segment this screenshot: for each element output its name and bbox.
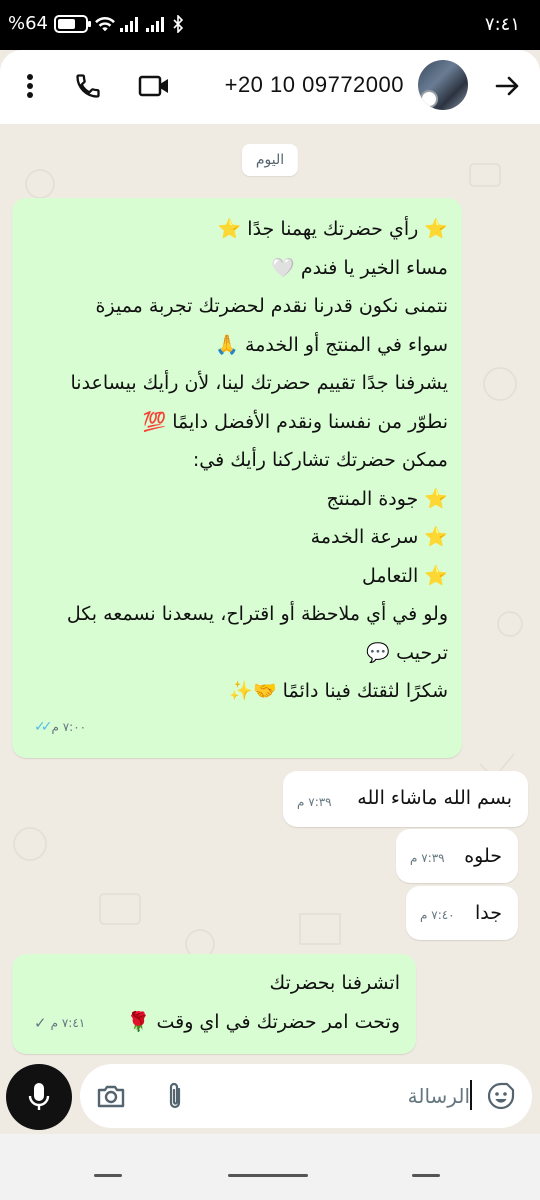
message-line: ⭐ سرعة الخدمة (310, 526, 448, 548)
microphone-icon (28, 1083, 50, 1110)
message-bubble-outgoing[interactable]: اتشرفنا بحضرتك وتحت امر حضرتك في اي وقت … (12, 954, 416, 1054)
contact-name[interactable]: +20 10 09772000 (225, 72, 404, 98)
status-time: ٧:٤١ (484, 14, 520, 35)
home-button[interactable] (228, 1174, 308, 1177)
microphone-button[interactable] (6, 1064, 72, 1130)
battery-icon (54, 14, 92, 33)
message-bubble-incoming[interactable]: حلوه ٧:٣٩ م (396, 829, 518, 883)
message-line: ممكن حضرتك تشاركنا رأيك في: (192, 449, 448, 471)
chat-area[interactable]: اليوم ⭐ رأي حضرتك يهمنا جدًا ⭐ مساء الخي… (0, 124, 540, 1064)
text-caret (470, 1080, 472, 1110)
message-line: ⭐ التعامل (361, 564, 448, 587)
date-chip: اليوم (241, 144, 299, 176)
cell-signal-icon (120, 16, 139, 32)
message-line: مساء الخير يا فندم 🤍 (271, 256, 448, 279)
status-left: %64 (8, 13, 184, 34)
battery-percentage: %64 (8, 13, 49, 34)
message-meta: ٧:٣٩ م (410, 839, 445, 878)
message-time: ٧:٣٩ م (297, 794, 332, 809)
signal-icons (94, 14, 184, 33)
message-meta: ٧:٤٠ م (420, 896, 455, 935)
chat-header: +20 10 09772000 (0, 50, 540, 124)
message-line: نتمنى نكون قدرنا نقدم لحضرتك تجربة مميزة (95, 295, 448, 317)
message-meta: ٧:٣٩ م (297, 783, 332, 822)
message-input[interactable] (270, 1080, 470, 1112)
emoji-icon[interactable] (482, 1077, 520, 1115)
message-meta: ✓ ٧:٤١ م (34, 1004, 85, 1043)
avatar[interactable] (418, 60, 468, 110)
video-call-icon[interactable] (130, 62, 178, 110)
status-bar: %64 ٧:٤١ (0, 0, 540, 50)
message-line: سواء في المنتج أو الخدمة 🙏 (215, 333, 448, 356)
message-line: ترحيب 💬 (366, 641, 448, 664)
message-line: ولو في أي ملاحظة أو اقتراح، يسعدنا نسمعه… (66, 603, 448, 625)
message-line: اتشرفنا بحضرتك (269, 972, 400, 994)
back-button[interactable] (412, 1174, 440, 1177)
phone-icon[interactable] (64, 62, 112, 110)
cell-signal-2-icon (146, 16, 165, 32)
message-line: ⭐ جودة المنتج (326, 487, 449, 510)
system-nav-bar (0, 1134, 540, 1200)
message-time: ٧:٤٠ م (420, 907, 455, 922)
message-input-pill (80, 1064, 532, 1128)
message-line: يشرفنا جدًا تقييم حضرتك لينا، لأن رأيك ب… (70, 372, 449, 394)
message-bubble-outgoing[interactable]: ⭐ رأي حضرتك يهمنا جدًا ⭐ مساء الخير يا ف… (12, 198, 462, 758)
message-meta: ✓✓ ٧:٠٠ م (34, 708, 86, 747)
read-ticks-icon: ✓✓ (34, 718, 53, 735)
message-line: نطوّر من نفسنا ونقدم الأفضل دايمًا 💯 (142, 410, 448, 433)
camera-icon[interactable] (92, 1077, 130, 1115)
composer-bar (0, 1064, 540, 1134)
bluetooth-icon (173, 14, 184, 33)
message-line: شكرًا لثقتك فينا دائمًا 🤝✨ (229, 680, 448, 702)
recents-button[interactable] (94, 1174, 122, 1177)
message-bubble-incoming[interactable]: جدا ٧:٤٠ م (406, 886, 518, 940)
message-time: ٧:٠٠ م (51, 719, 87, 734)
status-badge (420, 90, 438, 108)
message-line: ⭐ رأي حضرتك يهمنا جدًا ⭐ (217, 218, 448, 240)
more-vert-icon[interactable] (6, 62, 54, 110)
sent-tick-icon: ✓ (34, 1013, 47, 1032)
message-bubble-incoming[interactable]: بسم الله ماشاء الله ٧:٣٩ م (283, 771, 528, 827)
back-arrow-icon[interactable] (484, 62, 532, 110)
attach-icon[interactable] (156, 1077, 194, 1115)
wifi-icon (95, 16, 115, 31)
message-time: ٧:٣٩ م (410, 850, 445, 865)
message-time: ٧:٤١ م (50, 1015, 86, 1030)
